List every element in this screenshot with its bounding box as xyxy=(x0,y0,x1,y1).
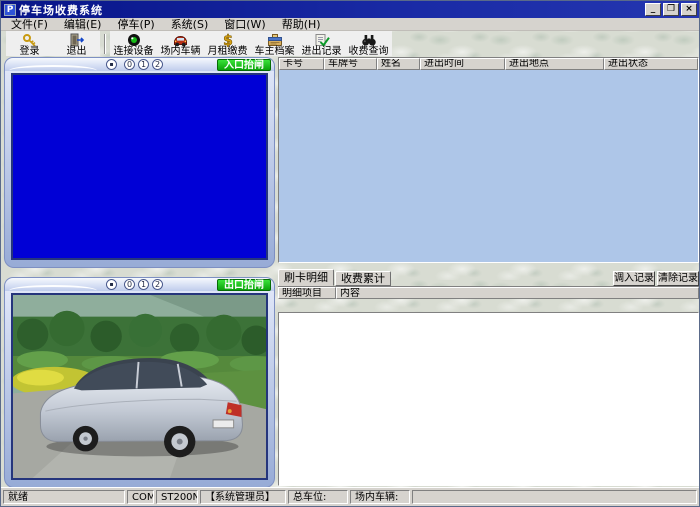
channel-1-button[interactable]: 1 xyxy=(138,279,149,290)
records-header-row: 卡号 车牌号 姓名 进出时间 进出地点 进出状态 xyxy=(279,58,698,70)
restore-button[interactable]: ❐ xyxy=(663,3,679,16)
menu-parking[interactable]: 停车(P) xyxy=(109,18,162,31)
window-title: 停车场收费系统 xyxy=(19,2,103,18)
menu-system[interactable]: 系统(S) xyxy=(163,18,217,31)
menu-edit[interactable]: 编辑(E) xyxy=(56,18,110,31)
inout-records-table: 卡号 车牌号 姓名 进出时间 进出地点 进出状态 xyxy=(278,57,699,263)
toolbar-separator xyxy=(104,34,106,54)
car-photo xyxy=(13,295,266,478)
main-area: ▪ 0 1 2 入口抬闸 ▪ 0 1 2 出口抬闸 xyxy=(1,56,699,487)
status-device: ST200NT2 xyxy=(156,490,198,504)
entrance-gate-open-button[interactable]: 入口抬闸 xyxy=(217,59,271,71)
status-total-spaces: 总车位: xyxy=(288,490,348,504)
dollar-icon: $ xyxy=(221,33,235,47)
tab-swipe-detail[interactable]: 刷卡明细 xyxy=(278,269,334,286)
col-card-no[interactable]: 卡号 xyxy=(279,58,324,70)
parking-system-window: P 停车场收费系统 _ ❐ × 文件(F) 编辑(E) 停车(P) 系统(S) … xyxy=(0,0,700,507)
vehicles-inlot-button[interactable]: 场内车辆 xyxy=(157,31,204,56)
col-detail-content[interactable]: 内容 xyxy=(336,287,699,299)
tab-fee-accumulate[interactable]: 收费累计 xyxy=(335,271,391,286)
key-icon xyxy=(22,33,38,47)
entrance-panel-frame xyxy=(4,71,275,268)
lens-icon xyxy=(126,33,142,47)
records-body xyxy=(279,70,698,262)
clear-records-button[interactable]: 清除记录 xyxy=(657,271,699,286)
entrance-panel-header: ▪ 0 1 2 入口抬闸 xyxy=(4,57,275,71)
col-inout-state[interactable]: 进出状态 xyxy=(604,58,698,70)
status-com-port: COM1 xyxy=(127,490,154,504)
col-inout-place[interactable]: 进出地点 xyxy=(505,58,604,70)
monthly-fee-button[interactable]: $ 月租缴费 xyxy=(204,31,251,56)
login-button[interactable]: 登录 xyxy=(6,31,53,56)
check-note-icon xyxy=(314,33,330,47)
exit-door-icon xyxy=(69,33,85,47)
close-button[interactable]: × xyxy=(681,3,697,16)
channel-0-button[interactable]: 0 xyxy=(124,59,135,70)
exit-panel-header: ▪ 0 1 2 出口抬闸 xyxy=(4,277,275,291)
detail-header-row: 明细项目 内容 xyxy=(278,286,699,299)
connect-device-button[interactable]: 连接设备 xyxy=(110,31,157,56)
channel-0-button[interactable]: 0 xyxy=(124,279,135,290)
channel-record-button[interactable]: ▪ xyxy=(106,59,117,70)
status-inlot-count: 场内车辆: xyxy=(350,490,410,504)
exit-video-screen xyxy=(11,293,268,480)
fee-query-button[interactable]: 收费查询 xyxy=(345,31,392,56)
detail-panel: 刷卡明细 收费累计 调入记录 清除记录 明细项目 内容 xyxy=(278,269,699,487)
logout-button[interactable]: 退出 xyxy=(53,31,100,56)
col-detail-item[interactable]: 明细项目 xyxy=(278,287,336,299)
entrance-camera-panel: ▪ 0 1 2 入口抬闸 xyxy=(4,57,275,268)
col-plate-no[interactable]: 车牌号 xyxy=(324,58,377,70)
col-inout-time[interactable]: 进出时间 xyxy=(420,58,505,70)
card-file-icon xyxy=(267,33,283,47)
load-records-button[interactable]: 调入记录 xyxy=(613,271,655,286)
exit-panel-frame xyxy=(4,291,275,488)
channel-record-button[interactable]: ▪ xyxy=(106,279,117,290)
col-name[interactable]: 姓名 xyxy=(377,58,420,70)
toolbar: 登录 退出 连接设备 场内车辆 $ 月租缴费 xyxy=(1,31,699,56)
channel-1-button[interactable]: 1 xyxy=(138,59,149,70)
detail-tab-row: 刷卡明细 收费累计 调入记录 清除记录 xyxy=(278,269,699,286)
status-spacer xyxy=(412,490,697,504)
menu-bar: 文件(F) 编辑(E) 停车(P) 系统(S) 窗口(W) 帮助(H) xyxy=(1,18,699,31)
inout-records-button[interactable]: 进出记录 xyxy=(298,31,345,56)
svg-text:$: $ xyxy=(223,33,233,47)
menu-file[interactable]: 文件(F) xyxy=(3,18,56,31)
status-ready: 就绪 xyxy=(3,490,125,504)
binoculars-icon xyxy=(361,33,377,47)
status-operator: 【系统管理员】 xyxy=(200,490,286,504)
channel-2-button[interactable]: 2 xyxy=(152,279,163,290)
owner-files-button[interactable]: 车主档案 xyxy=(251,31,298,56)
car-icon xyxy=(172,33,189,47)
channel-2-button[interactable]: 2 xyxy=(152,59,163,70)
exit-camera-panel: ▪ 0 1 2 出口抬闸 xyxy=(4,277,275,488)
exit-gate-open-button[interactable]: 出口抬闸 xyxy=(217,279,271,291)
detail-body xyxy=(278,312,699,486)
status-bar: 就绪 COM1 ST200NT2 【系统管理员】 总车位: 场内车辆: xyxy=(1,487,699,506)
menu-window[interactable]: 窗口(W) xyxy=(216,18,273,31)
title-bar: P 停车场收费系统 _ ❐ × xyxy=(1,1,699,18)
app-icon: P xyxy=(4,4,16,16)
minimize-button[interactable]: _ xyxy=(645,3,661,16)
entrance-video-screen xyxy=(11,73,268,260)
menu-help[interactable]: 帮助(H) xyxy=(274,18,329,31)
